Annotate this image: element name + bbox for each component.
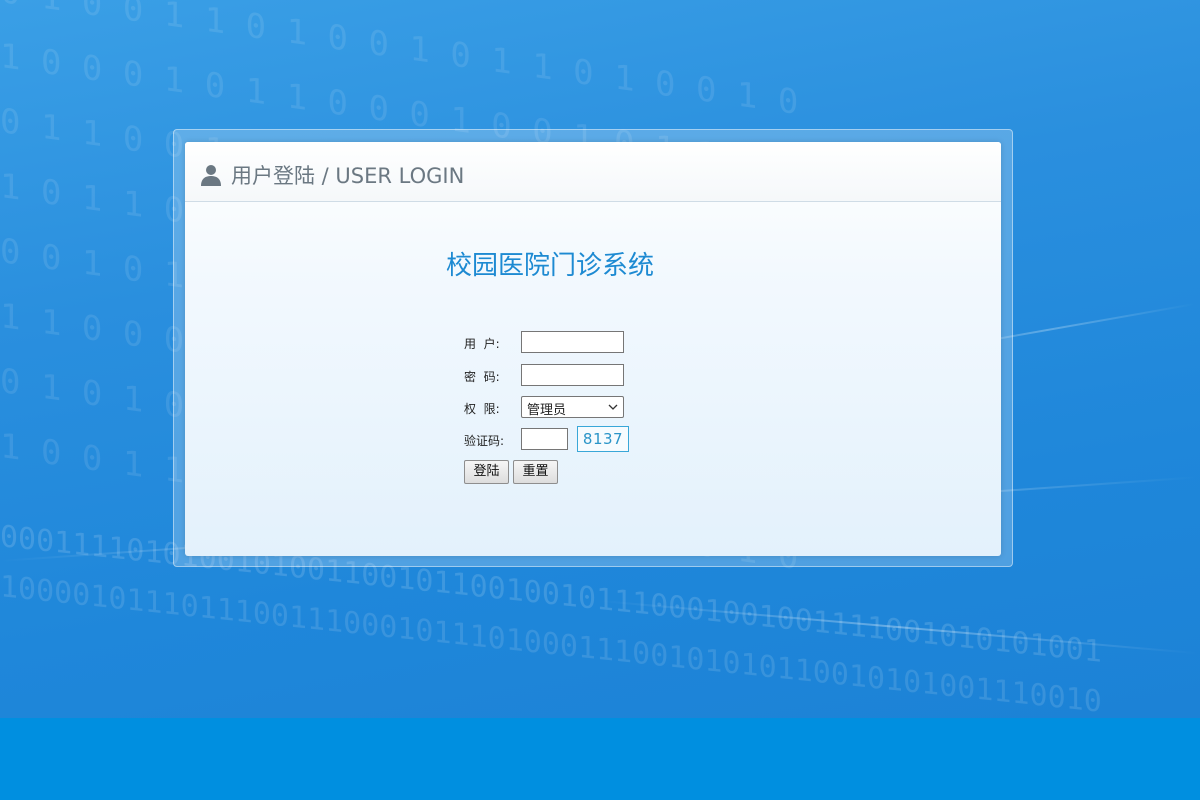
username-label: 用 户:	[464, 337, 500, 351]
footer-band	[0, 718, 1200, 800]
captcha-input[interactable]	[521, 428, 568, 450]
system-title: 校园医院门诊系统	[445, 251, 654, 281]
role-select[interactable]: 管理员	[521, 396, 624, 418]
chevron-down-icon	[608, 404, 618, 410]
binary-decoration: 1000010111011100111000101110100011100101…	[0, 569, 1102, 718]
user-icon	[201, 165, 221, 186]
password-label: 密 码:	[464, 370, 500, 384]
role-label: 权 限:	[464, 402, 500, 416]
captcha-label: 验证码:	[464, 434, 505, 448]
login-button[interactable]: 登陆	[464, 460, 509, 484]
light-streak	[599, 600, 1198, 655]
reset-button[interactable]: 重置	[513, 460, 558, 484]
captcha-image[interactable]: 8137	[577, 426, 629, 452]
username-input[interactable]	[521, 331, 624, 353]
role-select-value: 管理员	[527, 403, 567, 418]
login-header-title: 用户登陆 / USER LOGIN	[231, 164, 465, 188]
binary-decoration: 0 1 0 0 1 1 0 1 0 0 1 0 1 1 0 1 0 0 1 0	[0, 0, 799, 124]
login-panel: 用户登陆 / USER LOGIN 校园医院门诊系统 用 户: 密 码: 权 限…	[185, 142, 1001, 556]
panel-header: 用户登陆 / USER LOGIN	[185, 142, 1001, 202]
password-input[interactable]	[521, 364, 624, 386]
